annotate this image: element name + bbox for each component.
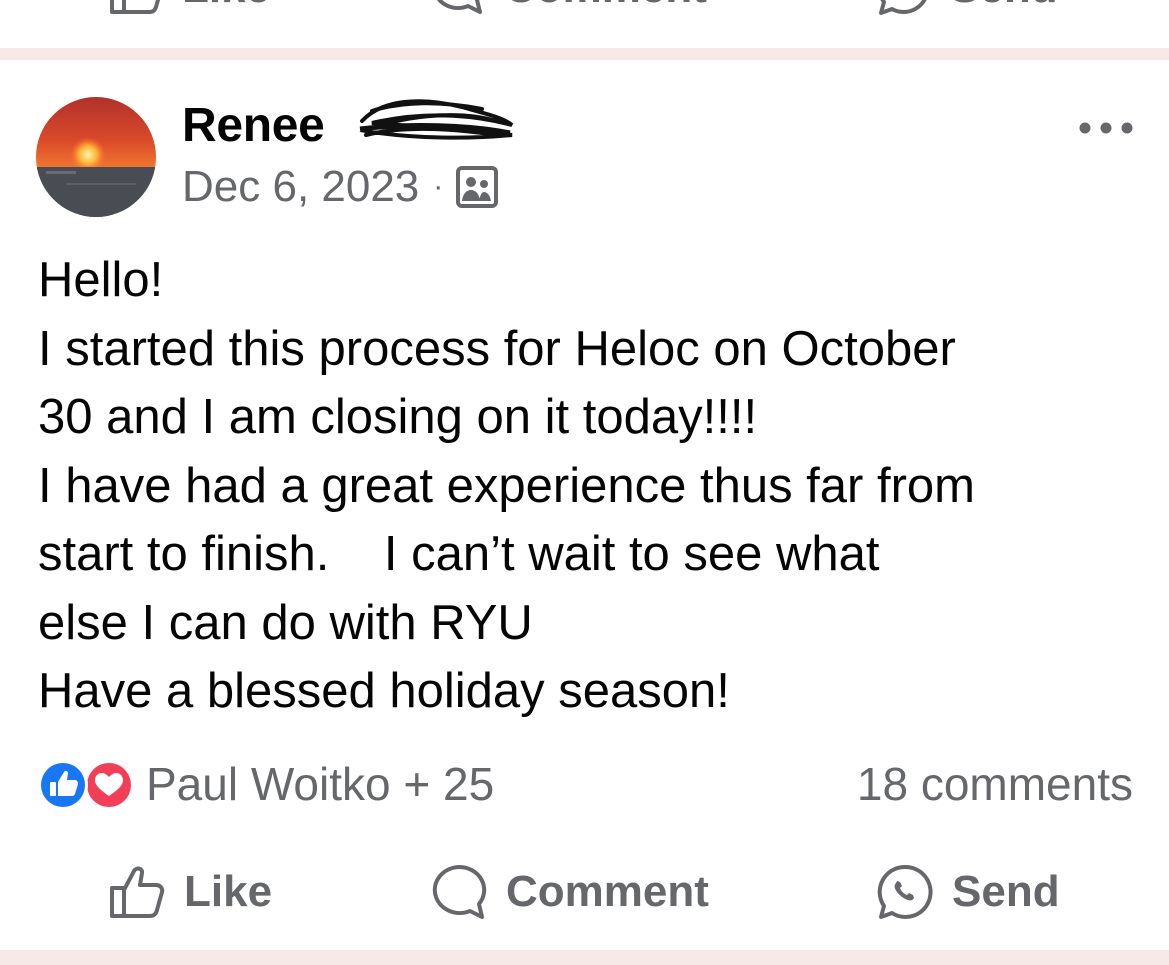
reactors-text: Paul Woitko + 25 (146, 758, 495, 810)
previous-comment-button[interactable]: Comment (430, 0, 707, 18)
post-body-line: I started this process for Heloc on Octo… (38, 321, 956, 376)
author-name[interactable]: Renee (182, 98, 325, 153)
post-divider-bottom (0, 950, 1169, 965)
friends-audience-icon[interactable] (455, 165, 499, 209)
messenger-icon (879, 0, 927, 15)
previous-comment-label: Comment (504, 0, 707, 13)
avatar[interactable] (36, 97, 156, 217)
comments-count[interactable]: 18 comments (857, 749, 1133, 819)
send-button[interactable]: Send (876, 860, 1060, 924)
comment-button[interactable]: Comment (430, 860, 709, 924)
post-card: Renee Dec 6, 2023 · Hello! I started thi… (0, 60, 1169, 948)
comment-bubble-icon (436, 0, 482, 14)
thumbs-up-icon (110, 866, 165, 918)
messenger-icon (877, 864, 933, 919)
like-label: Like (184, 867, 273, 916)
post-body-line: 30 and I am closing on it today!!!! (38, 390, 758, 444)
post-body-line: else I can do with RYU (38, 595, 533, 650)
like-reaction-icon (38, 760, 88, 810)
reaction-icons (36, 758, 136, 810)
reactions-summary[interactable]: Paul Woitko + 25 (36, 749, 494, 819)
like-button[interactable]: Like (108, 860, 272, 924)
thumbs-up-icon (110, 0, 161, 14)
post-body-line: I have had a great experience thus far f… (38, 458, 975, 513)
send-label: Send (952, 867, 1060, 916)
post-action-bar: Like Comment Send (0, 860, 1169, 924)
post-meta: Dec 6, 2023 · (182, 162, 499, 212)
post-body-line: start to finish. I can’t wait to see wha… (38, 527, 880, 581)
meta-separator: · (433, 170, 444, 203)
post-date[interactable]: Dec 6, 2023 (182, 162, 419, 212)
comment-bubble-icon (432, 864, 487, 919)
post-body-line: Have a blessed holiday season! (38, 664, 730, 718)
feed-page: Like Comment Send (0, 0, 1169, 965)
comment-label: Comment (506, 867, 709, 916)
sunset-avatar-image (36, 97, 156, 217)
previous-post-action-bar: Like Comment Send (0, 0, 1169, 18)
previous-like-button[interactable]: Like (108, 0, 270, 18)
post-body: Hello! I started this process for Heloc … (38, 246, 1148, 726)
previous-send-label: Send (950, 0, 1058, 13)
post-body-line: Hello! (38, 253, 164, 307)
previous-like-label: Like (182, 0, 270, 13)
love-reaction-icon (84, 760, 134, 810)
previous-send-button[interactable]: Send (876, 0, 1058, 18)
author-first-name: Renee (182, 99, 325, 152)
more-options-icon[interactable] (1076, 118, 1136, 138)
redaction-scribble (359, 99, 514, 140)
post-divider-top (0, 48, 1169, 60)
